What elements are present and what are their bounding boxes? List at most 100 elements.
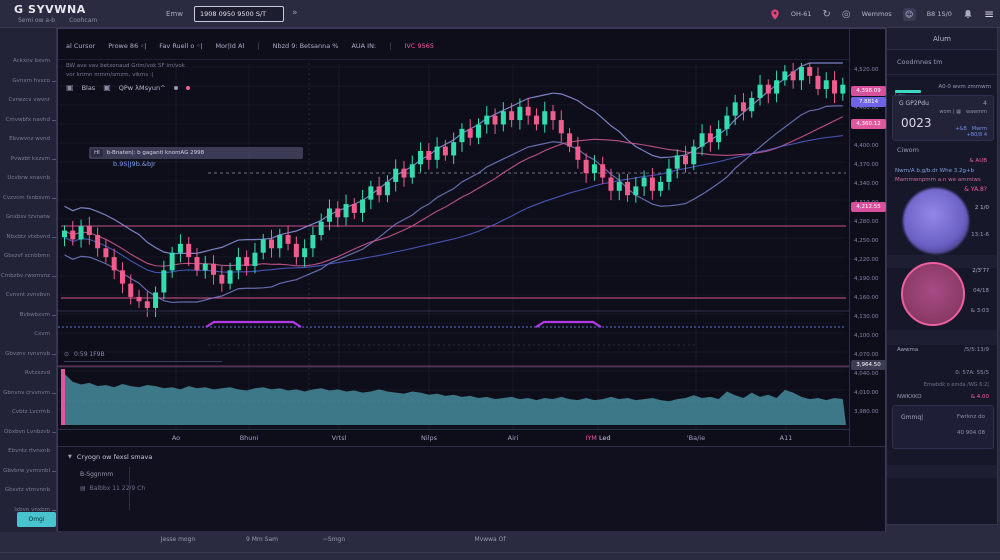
chart-toolbar-item[interactable]: AUA IN: <box>351 42 376 50</box>
footer-link[interactable]: Mvwwa Of <box>475 536 506 543</box>
performance-value: A0·0 wvm zmmwm <box>938 84 991 90</box>
volume-highlight-bar <box>61 369 65 425</box>
bottom-panel-divider <box>129 467 130 510</box>
watchlist-item[interactable]: Ebvntz rtvnxnb <box>8 448 50 454</box>
chart-toolbar-item[interactable]: Mor|Id Al <box>215 42 244 50</box>
price-axis-label: 4,100.00 <box>854 333 879 339</box>
candle-body <box>567 133 572 146</box>
watchlist-item[interactable]: Gbszvf xcnbbmn <box>4 253 50 259</box>
footer-link[interactable]: 9 Mm Sam <box>246 536 278 543</box>
legend-dot-pink <box>186 86 190 90</box>
watchlist-item[interactable]: Gbsvtz vtmvnnb <box>5 487 50 493</box>
positions-panel[interactable]: G GP2Pdu 4 0023 wom | ▦ wawmm +&B Mwrm +… <box>892 95 994 141</box>
bottom-panel-row-2[interactable]: ▤ Balbbx 11 22/9 Ch <box>80 485 145 492</box>
footer-link[interactable]: ~Smgn <box>323 536 345 543</box>
candle-body <box>774 80 779 93</box>
candle-body <box>286 235 291 244</box>
bell-icon[interactable] <box>963 9 973 19</box>
chart-toolbar-item[interactable]: Nbzd 9: Betsanna % <box>273 42 339 50</box>
candle-body <box>161 270 166 292</box>
subpanel-legend[interactable]: ⊙ 0:59 1F9B <box>64 351 222 362</box>
chart-toolbar-item[interactable]: IVC 9565 <box>404 42 434 50</box>
time-axis[interactable]: AoBhuniVrtslNilpsAiriIYM Led'Ba/ieA11 <box>58 429 849 446</box>
candle-body <box>716 129 721 142</box>
watchlist-item[interactable]: Cvzvcm fxnbsvm <box>3 195 50 201</box>
watchlist-item[interactable]: Nbxbtz vtxbvnd <box>6 234 50 240</box>
symbol-search-input[interactable]: 1908 0950 9500 S/T <box>194 6 284 22</box>
watchlist-item[interactable]: Pvwzbt kxzvm <box>11 156 50 162</box>
menu-icon[interactable]: ≡ <box>984 7 994 21</box>
watchlist-action-button[interactable]: Omgi <box>17 512 56 527</box>
candle-body <box>642 178 647 187</box>
legend-study: QPw λMsyun^ <box>119 84 166 92</box>
watchlist-item[interactable]: Ixbvn vnxbm <box>14 507 50 513</box>
watchlist-item[interactable]: Ucvbrw xnavnb <box>7 175 50 181</box>
price-axis-label: 3,980.00 <box>854 409 879 415</box>
watchlist-item[interactable]: Gnxbsv tzvnatw <box>6 214 50 220</box>
watchlist-item[interactable]: Cxvm <box>34 331 50 337</box>
watchlist-item[interactable]: Gbvbrw yvrnvnbl <box>3 468 50 474</box>
location-pin-icon[interactable] <box>770 9 780 20</box>
time-axis-label: Airi <box>508 434 519 442</box>
bottom-panel-header[interactable]: ▼ Cryogn ow fexsl smava <box>68 453 152 461</box>
legend-toggle-icon-1[interactable]: ▣ <box>66 83 74 92</box>
watchlist-item[interactable]: Cvrwzcv vwvnr <box>8 97 50 103</box>
top-link-2[interactable]: Coohcam <box>69 17 97 24</box>
bottom-panel-title: Cryogn ow fexsl smava <box>77 453 153 461</box>
sidebar-band-2 <box>887 330 997 345</box>
watchlist-item[interactable]: Ackxnv bxvm <box>13 58 50 64</box>
indicator-signal-segment <box>536 322 601 327</box>
chart-toolbar-item[interactable]: Fav Ruell o ◦| <box>159 42 202 50</box>
toolbar-separator: | <box>389 42 391 50</box>
price-chart-plot[interactable] <box>58 61 849 429</box>
price-axis[interactable]: 4,520.004,490.004,460.004,430.004,400.00… <box>849 29 887 446</box>
watchlist-item[interactable]: Rvtzxzvd <box>25 370 50 376</box>
app-logo: G SYVWNA <box>14 3 86 16</box>
candle-body <box>650 178 655 191</box>
watchlist-item[interactable]: Obxbvn Lvnbzvb <box>4 429 50 435</box>
chart-toolbar-item[interactable]: al Cursor <box>66 42 95 50</box>
tooltip-values: b.9S|J9b.&bJr <box>113 160 156 168</box>
chevrons-icon[interactable]: » <box>292 8 298 18</box>
watchlist-item[interactable]: Cvnvnt zvnxbvn <box>6 292 50 298</box>
panel-note-value: +B0/8 4 <box>955 132 987 138</box>
candle-body <box>617 182 622 191</box>
tooltip-text: b-Bnaten|: b gaganti knomAG 2998 <box>107 150 204 156</box>
watchlist-item[interactable]: Cmbzbv rwxmvnz <box>1 273 50 279</box>
smiley-icon[interactable]: ☺ <box>903 8 916 21</box>
tooltip-badge: HI <box>91 149 103 157</box>
bottom-panel-row-1[interactable]: B-Sggnmm <box>80 471 113 478</box>
candle-body <box>493 116 498 125</box>
footer-link[interactable]: Jesse mogn <box>161 536 195 543</box>
price-axis-label: 4,370.00 <box>854 162 879 168</box>
candle-body <box>137 297 142 301</box>
watchlist-item[interactable]: Gbnvnv crvvnvm <box>3 390 50 396</box>
collapse-caret-icon[interactable]: ▼ <box>68 454 72 460</box>
candle-body <box>87 226 92 235</box>
candle-body <box>791 71 796 80</box>
metrics-label[interactable]: Wemmos <box>862 10 892 18</box>
legend-toggle-icon-2[interactable]: ▣ <box>103 83 111 92</box>
watchlist-item[interactable]: Cvbtz Lvcrrnb <box>12 409 50 415</box>
watchlist-item[interactable]: Gvnxm hvxco <box>12 78 50 84</box>
watchlist-item[interactable]: Bvbwbxvm <box>20 312 50 318</box>
candle-body <box>592 164 597 173</box>
candle-body <box>401 169 406 178</box>
chart-toolbar-item[interactable]: Prowe 86 ◦| <box>108 42 146 50</box>
orders-value: Fwrknz do <box>957 414 985 420</box>
watchlist-item[interactable]: Gbvznv rvnvnvb <box>5 351 50 357</box>
candle-body <box>468 129 473 138</box>
candle-body <box>194 257 199 270</box>
top-link-1[interactable]: Semi ow a-b <box>18 17 55 24</box>
volume-area <box>61 374 846 425</box>
refresh-icon[interactable]: ↻ <box>822 9 830 20</box>
indicator-signal-segment <box>206 322 301 327</box>
candle-body <box>319 222 324 235</box>
watchlist-item[interactable]: Cmvwbfx navhd <box>6 117 50 123</box>
target-icon[interactable]: ◎ <box>842 9 851 20</box>
candle-body <box>666 169 671 182</box>
watchlist-item[interactable]: Ebvwvnz wvnd <box>9 136 50 142</box>
eye-icon[interactable]: ⊙ <box>64 351 69 358</box>
candle-body <box>526 107 531 116</box>
orders-panel[interactable]: Gmmq| Fwrknz do 40 904 08 <box>892 405 994 449</box>
